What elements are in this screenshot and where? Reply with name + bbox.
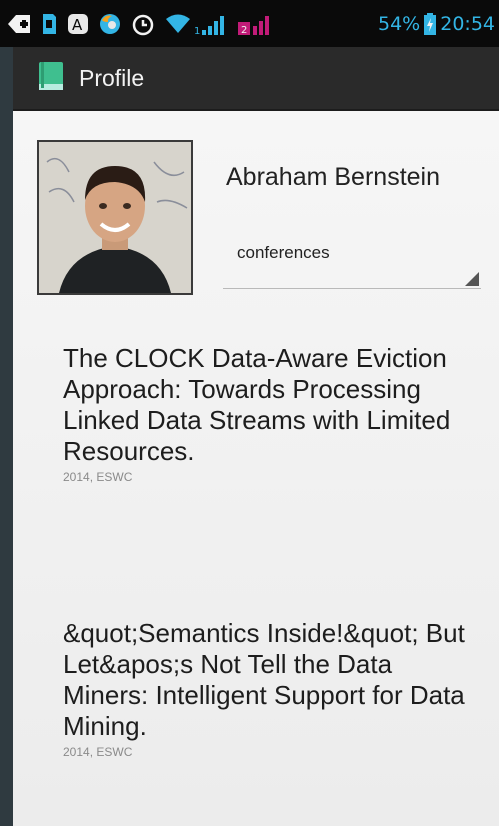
dropdown-arrow-icon <box>465 272 479 286</box>
publication-item[interactable]: &quot;Semantics Inside!&quot; But Let&ap… <box>63 618 473 759</box>
spinner-selected-value: conferences <box>237 243 330 262</box>
add-icon <box>6 13 32 35</box>
publication-meta: 2014, ESWC <box>63 470 133 484</box>
a-icon: A <box>66 12 90 36</box>
battery-icon <box>424 12 437 36</box>
profile-name: Abraham Bernstein <box>226 163 441 191</box>
page-title: Profile <box>79 64 145 91</box>
firefox-icon <box>98 12 122 36</box>
sim1-label: 1 <box>194 26 200 36</box>
alarm-icon <box>130 12 156 36</box>
category-spinner[interactable]: conferences <box>223 233 481 289</box>
publication-item[interactable]: The CLOCK Data-Aware Eviction Approach: … <box>63 343 473 484</box>
profile-content[interactable]: Abraham Bernstein conferences The CLOCK … <box>13 111 499 826</box>
left-edge-strip <box>0 0 13 826</box>
book-icon[interactable] <box>37 60 65 96</box>
publication-title: &quot;Semantics Inside!&quot; But Let&ap… <box>63 618 465 741</box>
profile-photo <box>37 140 193 295</box>
sd-card-icon <box>40 12 58 36</box>
action-bar: Profile <box>13 47 499 111</box>
svg-text:A: A <box>72 16 83 34</box>
publication-title: The CLOCK Data-Aware Eviction Approach: … <box>63 343 451 466</box>
signal-sim2-icon: 2 <box>238 12 278 36</box>
wifi-icon <box>164 13 192 35</box>
signal-icon: 1 <box>194 12 234 36</box>
clock: 20:54 <box>440 12 495 35</box>
status-right: 54% 20:54 <box>378 12 499 36</box>
status-bar: A 1 2 54% 20:54 <box>0 0 499 47</box>
sim2-label: 2 <box>241 25 247 36</box>
publication-meta: 2014, ESWC <box>63 745 133 759</box>
battery-percent: 54% <box>378 12 421 35</box>
